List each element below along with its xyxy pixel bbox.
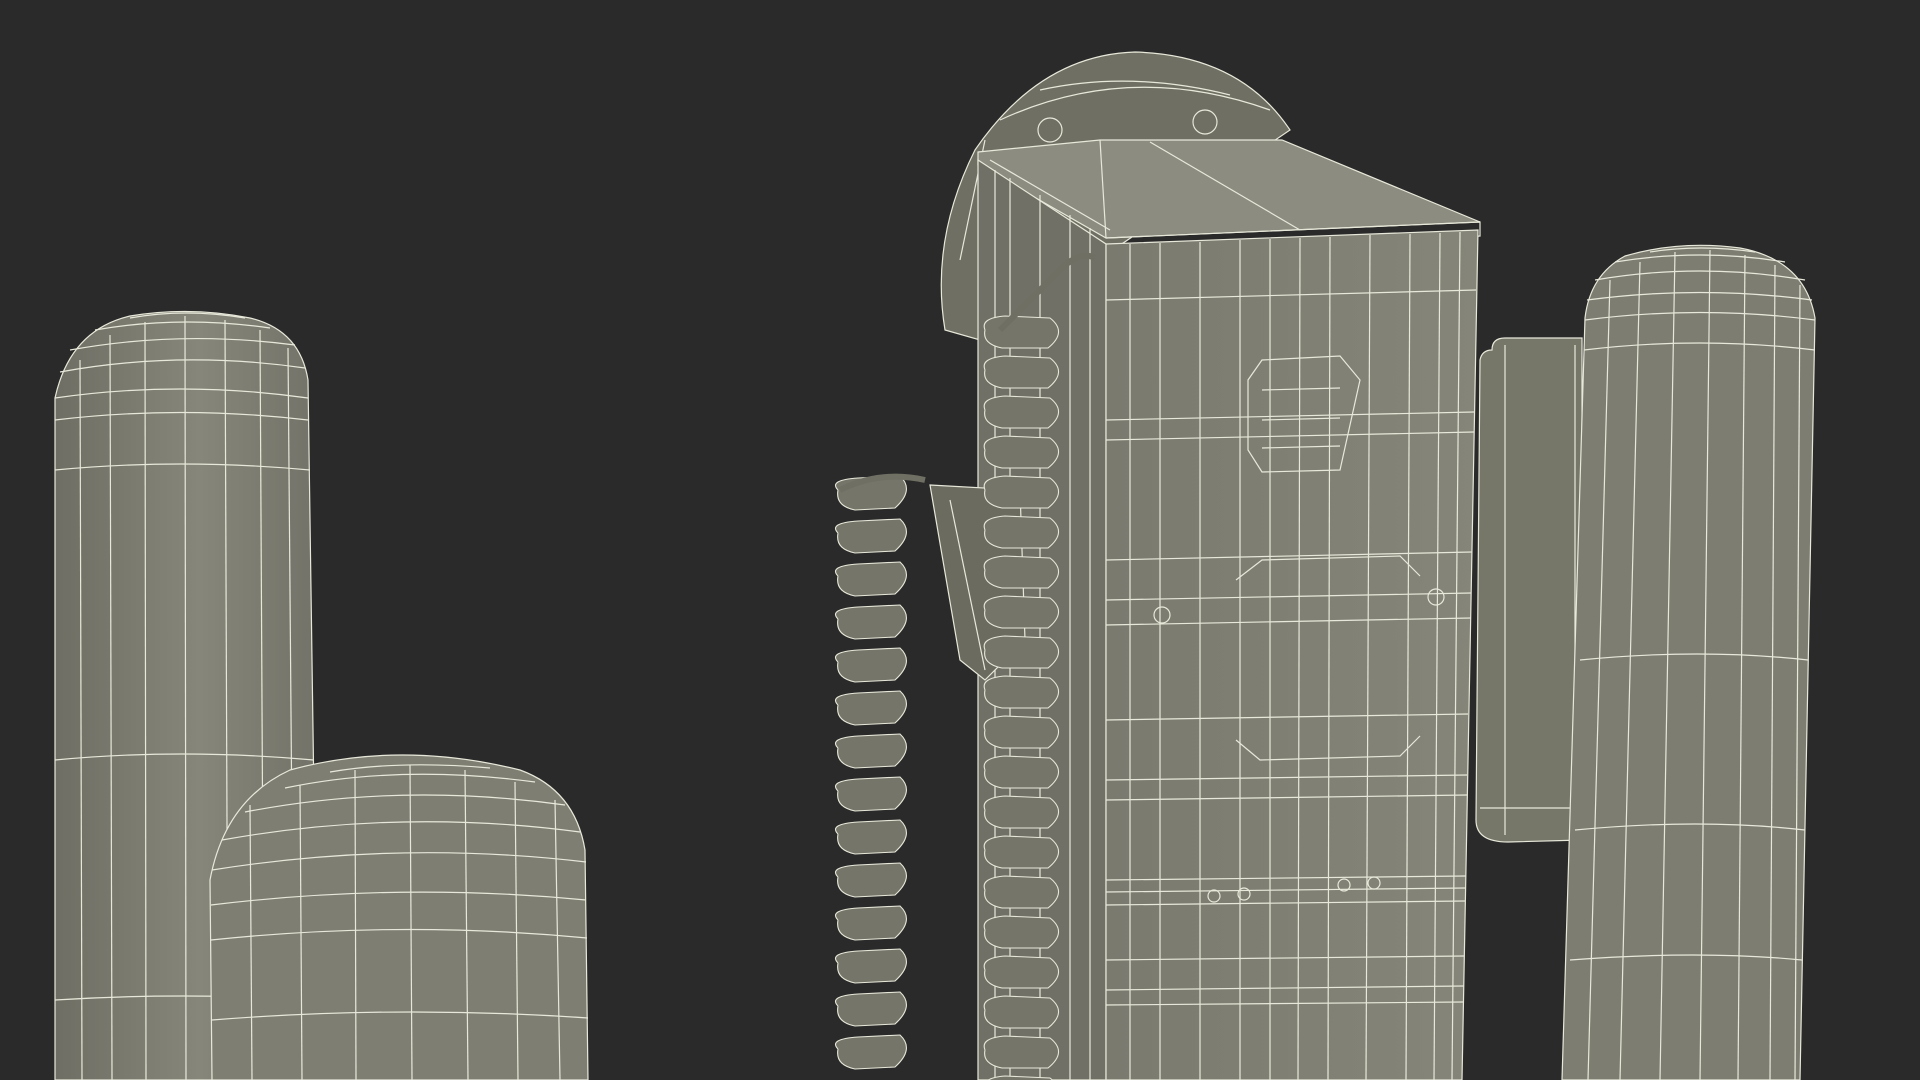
bollard-left-short bbox=[209, 754, 589, 1080]
cable-coil-loop bbox=[983, 1035, 1060, 1069]
cable-coil-loop bbox=[834, 647, 907, 683]
cable-coil-loop bbox=[834, 776, 907, 812]
cable-coil-loop bbox=[983, 835, 1060, 869]
cable-coil-loop bbox=[983, 435, 1060, 469]
cable-coil-loop bbox=[983, 755, 1060, 789]
cable-coil-loop bbox=[983, 555, 1060, 589]
cable-coil-loop bbox=[983, 395, 1060, 429]
cable-coil-loop bbox=[834, 991, 907, 1027]
cable-coil-loop bbox=[983, 355, 1060, 389]
cable-coil-loop bbox=[834, 604, 907, 640]
cable-coil-loop bbox=[834, 862, 907, 898]
cable-coil-loop bbox=[983, 995, 1060, 1029]
cable-coil-loop bbox=[983, 875, 1060, 909]
cable-coil-loop bbox=[834, 819, 907, 855]
cable-coil-loop bbox=[834, 561, 907, 597]
cable-coil-loop bbox=[983, 675, 1060, 709]
cable-coil-loop bbox=[834, 518, 907, 554]
cable-coil-loop bbox=[834, 1034, 907, 1070]
cable-coil-loop bbox=[983, 955, 1060, 989]
cable-coil-loop bbox=[983, 795, 1060, 829]
cable-coil-loop bbox=[983, 475, 1060, 509]
cable-coil-loop bbox=[983, 915, 1060, 949]
cable-coil-loop bbox=[983, 715, 1060, 749]
cable-coil-loop bbox=[834, 733, 907, 769]
station-front-face bbox=[1105, 229, 1479, 1080]
cable-coil-loop bbox=[983, 315, 1060, 349]
cable-coil-loop bbox=[983, 515, 1060, 549]
wall-plate-right bbox=[1475, 337, 1583, 843]
bollard-right bbox=[1561, 244, 1816, 1080]
wireframe-render-scene bbox=[0, 0, 1920, 1080]
cable-coil-loop bbox=[834, 690, 907, 726]
cable-coil-loop bbox=[983, 595, 1060, 629]
cable-coil-loop bbox=[834, 905, 907, 941]
cable-coil-loop bbox=[983, 635, 1060, 669]
cable-coil-loop bbox=[834, 948, 907, 984]
